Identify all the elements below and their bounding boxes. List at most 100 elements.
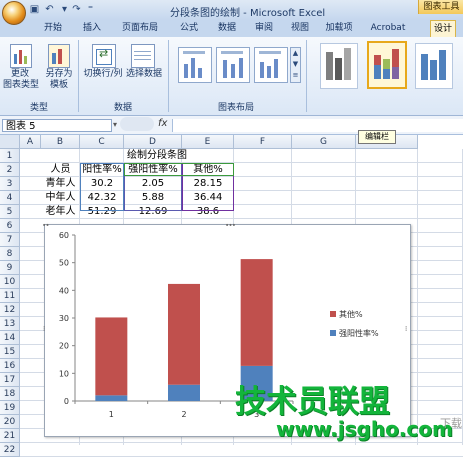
row-header[interactable]: 16	[0, 359, 20, 373]
ribbon-tab[interactable]: 审阅	[251, 20, 277, 37]
range-highlight-positive	[80, 163, 124, 211]
data-cell[interactable]: 老年人	[41, 205, 80, 219]
bar-segment	[95, 395, 128, 401]
switch-row-column-button[interactable]: 切换行/列	[81, 69, 125, 80]
column-header[interactable]: A	[20, 135, 41, 149]
row-header[interactable]: 11	[0, 289, 20, 303]
formula-input[interactable]	[172, 119, 463, 132]
row-header[interactable]: 3	[0, 177, 20, 191]
row-header[interactable]: 19	[0, 401, 20, 415]
switch-row-column-icon[interactable]: ⇄	[92, 44, 116, 68]
y-tick-label: 30	[59, 314, 69, 323]
row-header[interactable]: 1	[0, 149, 20, 163]
ribbon-tab[interactable]: 页面布局	[118, 20, 162, 37]
legend-label: 强阳性率%	[339, 328, 379, 338]
row-header[interactable]: 14	[0, 331, 20, 345]
x-tick-label: 2	[181, 410, 186, 419]
formula-bar-splitter[interactable]	[120, 117, 154, 131]
chart-layouts-group-label: 图表布局	[217, 103, 254, 113]
layout-gallery-scroll[interactable]: ▲ ▼ ≡	[290, 47, 301, 83]
column-header[interactable]: D	[124, 135, 182, 149]
select-data-button[interactable]: 选择数据	[124, 69, 164, 80]
y-tick-label: 40	[59, 286, 69, 295]
switch-row-column-label: 切换行/列	[83, 69, 123, 79]
data-group-label: 数据	[113, 103, 132, 113]
chart-style-3[interactable]	[415, 43, 453, 89]
save-as-template-button[interactable]: 另存为 模板	[42, 69, 76, 91]
insert-function-icon[interactable]: fx	[158, 118, 167, 129]
row-header[interactable]: 10	[0, 275, 20, 289]
save-icon[interactable]: ▣	[28, 3, 41, 16]
change-chart-type-label: 更改 图表类型	[3, 69, 40, 90]
column-header[interactable]: F	[234, 135, 292, 149]
row-header[interactable]: 6	[0, 219, 20, 233]
change-chart-type-button[interactable]: 更改 图表类型	[3, 69, 40, 91]
row-header[interactable]: 4	[0, 191, 20, 205]
row-header[interactable]: 20	[0, 415, 20, 429]
row-header[interactable]: 7	[0, 233, 20, 247]
ribbon-tab[interactable]: 插入	[78, 20, 106, 37]
ribbon-tab[interactable]: 公式	[176, 20, 202, 37]
y-tick-label: 20	[59, 342, 69, 351]
data-cell[interactable]: 中年人	[41, 191, 80, 205]
y-tick-label: 50	[59, 259, 69, 268]
select-data-icon[interactable]	[131, 44, 155, 68]
undo-icon[interactable]: ↶	[43, 3, 56, 16]
customize-qat-icon[interactable]: ⁼	[84, 3, 97, 16]
type-group-label: 类型	[29, 103, 48, 113]
grid-column-line	[417, 149, 418, 445]
row-header[interactable]: 22	[0, 443, 20, 457]
y-tick-label: 60	[59, 231, 69, 240]
data-cell[interactable]: 青年人	[41, 177, 80, 191]
redo-icon[interactable]: ↷	[70, 3, 83, 16]
column-header[interactable]: G	[292, 135, 356, 149]
row-header[interactable]: 21	[0, 429, 20, 443]
save-as-template-label: 另存为 模板	[45, 69, 73, 90]
ribbon-tab[interactable]: 数据	[212, 20, 242, 37]
row-header[interactable]: 17	[0, 373, 20, 387]
sheet-title-cell[interactable]: 绘制分段条图	[80, 149, 234, 163]
row-header[interactable]: 9	[0, 261, 20, 275]
watermark-brand: 技术员联盟	[235, 384, 390, 420]
grid-row-line	[20, 442, 463, 443]
change-chart-type-icon[interactable]	[10, 44, 32, 68]
row-header[interactable]: 12	[0, 303, 20, 317]
watermark-corner-text: 下载	[440, 417, 462, 430]
name-box[interactable]: 图表 5	[2, 119, 112, 132]
ribbon-tab[interactable]: 加载项	[322, 20, 356, 37]
chart-style-1[interactable]	[320, 43, 358, 89]
legend-swatch	[330, 330, 336, 336]
row-header[interactable]: 8	[0, 247, 20, 261]
row-header[interactable]: 5	[0, 205, 20, 219]
column-header[interactable]: C	[80, 135, 124, 149]
range-highlight-series-names	[124, 163, 234, 176]
ribbon-tab[interactable]: 视图	[287, 20, 313, 37]
group-separator	[306, 40, 307, 112]
formula-bar-tooltip: 编辑栏	[358, 130, 396, 144]
row-header[interactable]: 15	[0, 345, 20, 359]
ribbon-tab[interactable]: 开始	[40, 20, 66, 37]
column-header[interactable]: E	[182, 135, 234, 149]
select-data-label: 选择数据	[125, 69, 162, 79]
row-header[interactable]: 2	[0, 163, 20, 177]
save-as-template-icon[interactable]	[48, 44, 70, 68]
bar-segment	[240, 259, 273, 366]
chart-style-2-selected[interactable]	[367, 41, 407, 89]
x-tick-label: 1	[109, 410, 114, 419]
row-header[interactable]: 18	[0, 387, 20, 401]
chart-layout-1[interactable]	[178, 47, 212, 83]
legend-label: 其他%	[339, 309, 363, 319]
ribbon-tab[interactable]: 设计	[430, 20, 456, 38]
chart-tools-label: 图表工具	[418, 0, 463, 14]
row-header[interactable]: 13	[0, 317, 20, 331]
chart-layout-3[interactable]	[254, 47, 288, 83]
bar-segment	[168, 283, 200, 385]
window-title: 分段条图的绘制 - Microsoft Excel	[170, 8, 326, 19]
select-all-corner[interactable]	[0, 135, 20, 149]
header-cell[interactable]: 人员	[41, 163, 80, 177]
column-header[interactable]: B	[41, 135, 80, 149]
chart-layout-2[interactable]	[216, 47, 250, 83]
office-button[interactable]	[2, 1, 26, 25]
ribbon-tab[interactable]: Acrobat	[368, 20, 408, 37]
name-box-dropdown-icon[interactable]: ▾	[113, 120, 117, 129]
